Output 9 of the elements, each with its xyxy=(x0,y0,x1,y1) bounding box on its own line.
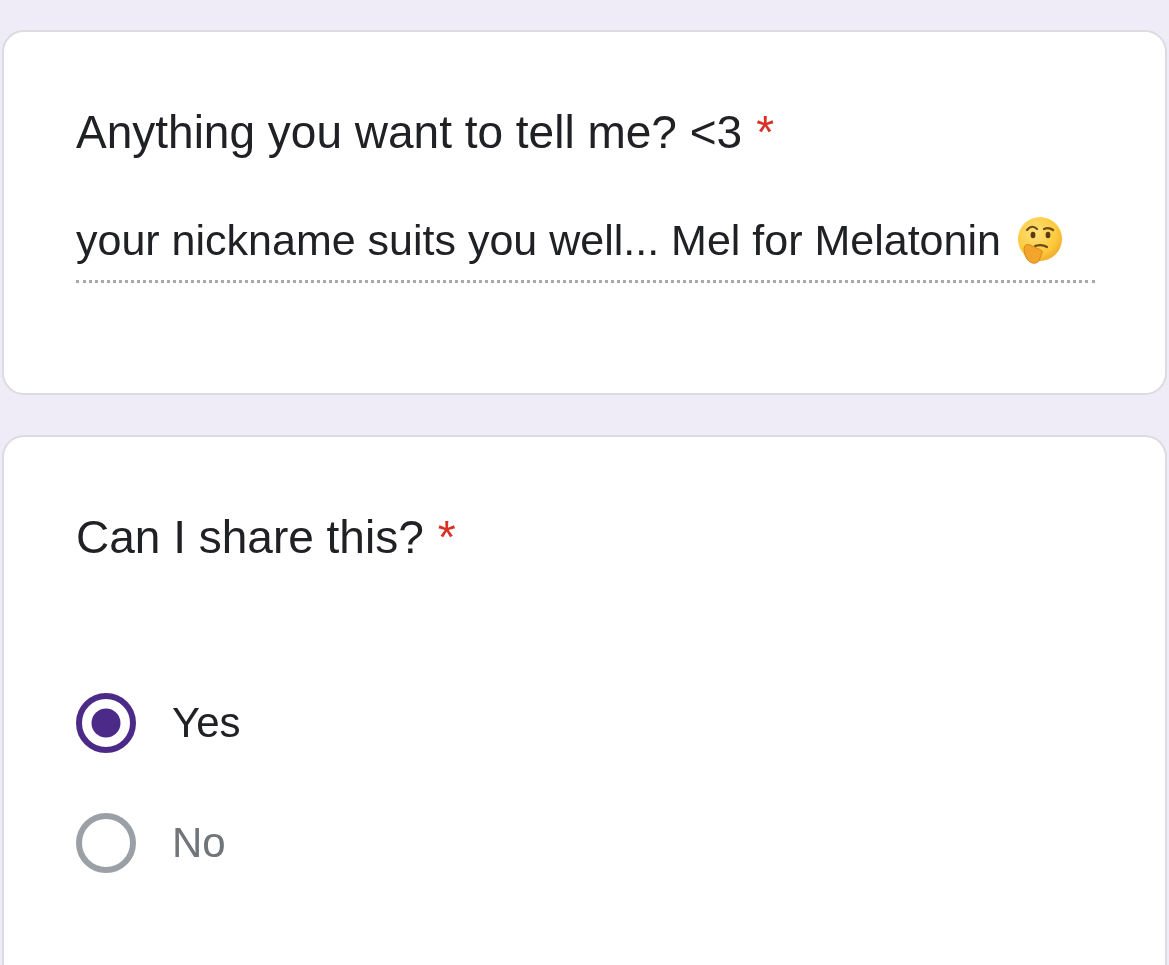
answer-field[interactable]: your nickname suits you well... Mel for Melatonin xyxy=(76,214,1095,283)
radio-unselected[interactable] xyxy=(76,813,136,873)
question-title: Anything you want to tell me? <3 xyxy=(76,105,743,160)
option-label[interactable]: Yes xyxy=(172,698,241,748)
required-asterisk: * xyxy=(437,510,456,565)
option-label[interactable]: No xyxy=(172,818,226,868)
question-title: Can I share this? xyxy=(76,510,424,565)
required-asterisk: * xyxy=(756,105,775,160)
radio-selected[interactable] xyxy=(76,693,136,753)
